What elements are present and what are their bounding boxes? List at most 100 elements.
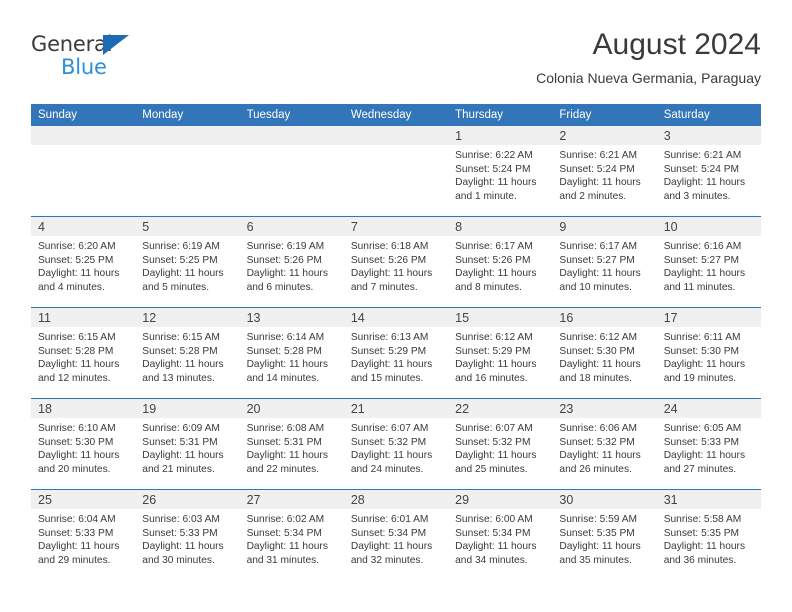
calendar-day-cell[interactable]: 30 Sunrise: 5:59 AM Sunset: 5:35 PM Dayligh… (552, 489, 657, 580)
weekday-header-thursday: Thursday (448, 104, 553, 126)
day-details: Sunrise: 6:01 AM Sunset: 5:34 PM Daylight:… (344, 509, 448, 567)
day-number: 27 (239, 490, 344, 509)
day-details: Sunrise: 6:03 AM Sunset: 5:33 PM Daylight:… (135, 509, 239, 567)
day-detail-line: Sunrise: 6:18 AM (350, 241, 429, 252)
calendar-day-cell[interactable]: 2 Sunrise: 6:21 AM Sunset: 5:24 PM Daylight… (552, 126, 657, 217)
day-detail-line: Sunrise: 6:19 AM (246, 241, 325, 252)
day-number: 31 (656, 490, 761, 509)
day-detail-line: Sunrise: 6:13 AM (350, 332, 429, 343)
page-subtitle: Colonia Nueva Germania, Paraguay (536, 70, 761, 86)
calendar-day-cell[interactable]: 15 Sunrise: 6:12 AM Sunset: 5:29 PM Dayligh… (448, 307, 553, 399)
day-details: Sunrise: 6:21 AM Sunset: 5:24 PM Daylight:… (657, 145, 761, 203)
calendar-day-cell[interactable]: 16 Sunrise: 6:12 AM Sunset: 5:30 PM Dayligh… (552, 307, 657, 399)
calendar-day-cell[interactable]: 27 Sunrise: 6:02 AM Sunset: 5:34 PM Dayligh… (239, 489, 344, 580)
calendar-day-cell[interactable]: 25 Sunrise: 6:04 AM Sunset: 5:33 PM Dayligh… (31, 489, 136, 580)
day-number: 17 (656, 308, 761, 327)
day-detail-line: Sunrise: 6:22 AM (455, 150, 533, 161)
day-detail-line: Sunset: 5:33 PM (142, 527, 218, 539)
day-detail-line: Sunset: 5:34 PM (246, 527, 322, 539)
day-number: 15 (448, 308, 553, 327)
calendar-day-cell[interactable]: 10 Sunrise: 6:16 AM Sunset: 5:27 PM Dayligh… (656, 216, 761, 308)
calendar-day-cell[interactable]: 23 Sunrise: 6:06 AM Sunset: 5:32 PM Dayligh… (552, 398, 657, 490)
calendar-day-cell[interactable]: 4 Sunrise: 6:20 AM Sunset: 5:25 PM Daylight… (31, 216, 136, 308)
calendar-day-cell[interactable]: 22 Sunrise: 6:07 AM Sunset: 5:32 PM Dayligh… (448, 398, 553, 490)
day-detail-line: Sunset: 5:30 PM (663, 345, 740, 357)
day-detail-line: and 15 minutes. (350, 372, 424, 384)
calendar-day-cell[interactable]: 31 Sunrise: 5:58 AM Sunset: 5:35 PM Dayligh… (656, 489, 761, 580)
calendar-table: Sunday Monday Tuesday Wednesday Thursday… (31, 104, 761, 580)
day-detail-line: Daylight: 11 hours (455, 177, 537, 189)
day-detail-line: Sunset: 5:28 PM (38, 345, 114, 357)
day-detail-line: Daylight: 11 hours (246, 450, 328, 462)
day-detail-line: Daylight: 11 hours (663, 541, 746, 553)
day-detail-line: Sunset: 5:31 PM (142, 436, 218, 448)
calendar-day-cell[interactable]: 14 Sunrise: 6:13 AM Sunset: 5:29 PM Dayligh… (343, 307, 449, 399)
day-detail-line: Daylight: 11 hours (350, 359, 433, 371)
calendar-day-cell[interactable]: 12 Sunrise: 6:15 AM Sunset: 5:28 PM Dayligh… (135, 307, 240, 399)
day-detail-line: Sunrise: 6:09 AM (142, 423, 220, 434)
day-detail-line: and 8 minutes. (455, 281, 522, 293)
day-details: Sunrise: 6:17 AM Sunset: 5:26 PM Daylight:… (448, 236, 552, 294)
day-detail-line: Daylight: 11 hours (38, 268, 120, 280)
day-detail-line: Sunrise: 6:17 AM (559, 241, 637, 252)
calendar-day-cell[interactable]: 28 Sunrise: 6:01 AM Sunset: 5:34 PM Dayligh… (343, 489, 449, 580)
day-detail-line: Sunset: 5:26 PM (350, 254, 427, 266)
calendar-day-cell[interactable]: 9 Sunrise: 6:17 AM Sunset: 5:27 PM Daylight… (552, 216, 657, 308)
day-cell-content: 9 Sunrise: 6:17 AM Sunset: 5:27 PM Daylight… (552, 217, 657, 307)
day-detail-line: Daylight: 11 hours (142, 541, 224, 553)
calendar-day-cell[interactable]: 26 Sunrise: 6:03 AM Sunset: 5:33 PM Dayligh… (135, 489, 240, 580)
calendar-day-cell[interactable]: 13 Sunrise: 6:14 AM Sunset: 5:28 PM Dayligh… (239, 307, 344, 399)
calendar-day-cell[interactable]: 21 Sunrise: 6:07 AM Sunset: 5:32 PM Dayligh… (343, 398, 449, 490)
day-detail-line: and 25 minutes. (455, 463, 528, 475)
calendar-day-cell[interactable]: 19 Sunrise: 6:09 AM Sunset: 5:31 PM Dayligh… (135, 398, 240, 490)
calendar-day-cell[interactable]: 5 Sunrise: 6:19 AM Sunset: 5:25 PM Daylight… (135, 216, 240, 308)
calendar-day-cell[interactable] (343, 126, 449, 217)
day-detail-line: Daylight: 11 hours (142, 359, 224, 371)
day-details (135, 145, 239, 149)
calendar-day-cell[interactable]: 3 Sunrise: 6:21 AM Sunset: 5:24 PM Daylight… (656, 126, 761, 217)
day-detail-line: Sunrise: 6:16 AM (663, 241, 742, 252)
day-number: 21 (343, 399, 449, 418)
day-cell-content: 30 Sunrise: 5:59 AM Sunset: 5:35 PM Dayligh… (552, 490, 657, 580)
day-cell-content: 10 Sunrise: 6:16 AM Sunset: 5:27 PM Dayligh… (656, 217, 761, 307)
day-cell-content: 6 Sunrise: 6:19 AM Sunset: 5:26 PM Daylight… (239, 217, 344, 307)
calendar-day-cell[interactable]: 18 Sunrise: 6:10 AM Sunset: 5:30 PM Dayligh… (31, 398, 136, 490)
day-number (343, 126, 449, 145)
day-details: Sunrise: 6:13 AM Sunset: 5:29 PM Daylight:… (344, 327, 448, 385)
day-detail-line: Sunrise: 6:05 AM (663, 423, 742, 434)
day-cell-content: 19 Sunrise: 6:09 AM Sunset: 5:31 PM Dayligh… (135, 399, 240, 489)
calendar-day-cell[interactable]: 8 Sunrise: 6:17 AM Sunset: 5:26 PM Daylight… (448, 216, 553, 308)
calendar-day-cell[interactable]: 24 Sunrise: 6:05 AM Sunset: 5:33 PM Dayligh… (656, 398, 761, 490)
calendar-grid: Sunday Monday Tuesday Wednesday Thursday… (31, 104, 761, 580)
calendar-day-cell[interactable]: 6 Sunrise: 6:19 AM Sunset: 5:26 PM Daylight… (239, 216, 344, 308)
general-blue-logo[interactable]: General Blue (31, 32, 161, 88)
day-detail-line: Daylight: 11 hours (455, 541, 537, 553)
calendar-day-cell[interactable]: 29 Sunrise: 6:00 AM Sunset: 5:34 PM Dayligh… (448, 489, 553, 580)
calendar-day-cell[interactable]: 20 Sunrise: 6:08 AM Sunset: 5:31 PM Dayligh… (239, 398, 344, 490)
day-detail-line: and 30 minutes. (142, 554, 215, 566)
calendar-day-cell[interactable]: 1 Sunrise: 6:22 AM Sunset: 5:24 PM Daylight… (448, 126, 553, 217)
calendar-day-cell[interactable] (31, 126, 136, 217)
day-detail-line: and 13 minutes. (142, 372, 215, 384)
day-detail-line: Sunset: 5:28 PM (246, 345, 322, 357)
day-details: Sunrise: 6:12 AM Sunset: 5:30 PM Daylight:… (552, 327, 656, 385)
calendar-day-cell[interactable] (135, 126, 240, 217)
day-cell-content: 8 Sunrise: 6:17 AM Sunset: 5:26 PM Daylight… (448, 217, 553, 307)
calendar-week-row: 25 Sunrise: 6:04 AM Sunset: 5:33 PM Dayligh… (31, 489, 761, 580)
calendar-day-cell[interactable]: 7 Sunrise: 6:18 AM Sunset: 5:26 PM Daylight… (343, 216, 449, 308)
day-cell-content: 25 Sunrise: 6:04 AM Sunset: 5:33 PM Dayligh… (31, 490, 136, 580)
day-number: 25 (31, 490, 136, 509)
calendar-day-cell[interactable]: 17 Sunrise: 6:11 AM Sunset: 5:30 PM Dayligh… (656, 307, 761, 399)
day-details: Sunrise: 6:04 AM Sunset: 5:33 PM Daylight:… (31, 509, 135, 567)
day-cell-content: 16 Sunrise: 6:12 AM Sunset: 5:30 PM Dayligh… (552, 308, 657, 398)
day-detail-line: and 19 minutes. (663, 372, 737, 384)
day-detail-line: Sunset: 5:34 PM (455, 527, 531, 539)
calendar-day-cell[interactable] (239, 126, 344, 217)
day-number: 30 (552, 490, 657, 509)
day-number (135, 126, 240, 145)
logo-text-blue: Blue (61, 55, 107, 79)
day-cell-content: 18 Sunrise: 6:10 AM Sunset: 5:30 PM Dayligh… (31, 399, 136, 489)
day-number: 7 (343, 217, 449, 236)
calendar-day-cell[interactable]: 11 Sunrise: 6:15 AM Sunset: 5:28 PM Dayligh… (31, 307, 136, 399)
day-cell-content: 20 Sunrise: 6:08 AM Sunset: 5:31 PM Dayligh… (239, 399, 344, 489)
